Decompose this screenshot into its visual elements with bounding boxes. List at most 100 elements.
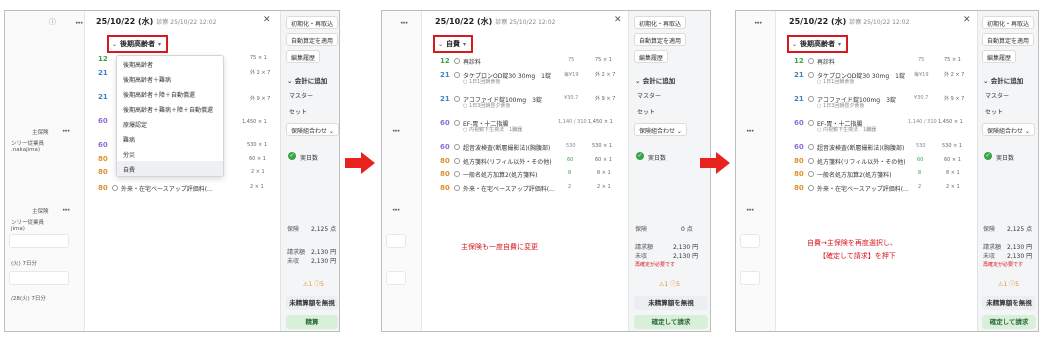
radio-button[interactable] xyxy=(454,171,460,177)
insurance-combo-select[interactable]: 保険組合わせ ⌄ xyxy=(634,123,687,136)
alert-count[interactable]: ⚠1 ⓘ5 xyxy=(303,279,324,288)
fee-row[interactable]: 80 外来・在宅ベースアップ評価料(... 2 2 × 1 xyxy=(794,182,976,196)
fee-row[interactable]: 60 超音波検査(断層撮影法)(胸腹部) 530 530 × 1 xyxy=(440,141,626,155)
settle-button[interactable]: 精算 xyxy=(286,315,338,329)
radio-button[interactable] xyxy=(454,158,460,164)
left-role-2: 主保険 xyxy=(32,209,49,215)
radio-button[interactable] xyxy=(112,185,118,191)
add-to-bill-section[interactable]: ⌄ 会計に追加 xyxy=(635,75,675,85)
radio-button[interactable] xyxy=(454,72,460,78)
dropdown-option[interactable]: 後期高齢者 xyxy=(117,56,223,71)
insurance-combo-select[interactable]: 保険組合わせ ⌄ xyxy=(982,123,1035,136)
edit-history-button[interactable]: 編集履歴 xyxy=(634,50,669,63)
auto-apply-button[interactable]: 自動算定を適用 xyxy=(982,33,1035,46)
dropdown-option[interactable]: 後期高齢者＋難病 xyxy=(117,71,223,86)
set-label[interactable]: セット xyxy=(289,107,307,116)
more-icon[interactable]: ··· xyxy=(392,127,400,137)
left-card[interactable] xyxy=(9,234,69,248)
more-icon[interactable]: ··· xyxy=(392,206,400,216)
fee-row[interactable]: 12 再診料 75 75 × 1 xyxy=(794,55,976,69)
more-icon[interactable]: ··· xyxy=(62,127,70,137)
row-sub: ○ 内視鏡下生検法 1臓器 xyxy=(463,127,523,133)
code-number: 21 xyxy=(794,95,804,103)
master-label[interactable]: マスター xyxy=(637,91,661,100)
more-icon[interactable]: ··· xyxy=(754,19,762,29)
fee-row[interactable]: 80 外来・在宅ベースアップ評価料(... 2 2 × 1 xyxy=(440,182,626,196)
fee-row[interactable]: 21 タケプロンOD錠30 30mg 1錠 ○ 1日1回朝食後 毎¥19 外 2… xyxy=(440,69,626,91)
fee-row[interactable]: 21 アコファイド錠100mg 3錠 ○ 1日3回朝昼夕食後 ¥30.7 外 9… xyxy=(794,93,976,115)
left-card[interactable] xyxy=(386,234,406,248)
edit-history-button[interactable]: 編集履歴 xyxy=(286,50,321,63)
left-days: (火) 7日分 xyxy=(11,261,38,267)
radio-button[interactable] xyxy=(454,185,460,191)
radio-button[interactable] xyxy=(808,120,814,126)
close-icon[interactable]: ✕ xyxy=(263,15,271,25)
close-icon[interactable]: ✕ xyxy=(963,15,971,25)
insurance-select[interactable]: ⌄ 後期高齢者 ▾ xyxy=(787,35,849,53)
radio-button[interactable] xyxy=(454,58,460,64)
fee-row[interactable]: 60 超音波検査(断層撮影法)(胸腹部) 530 530 × 1 xyxy=(794,141,976,155)
radio-button[interactable] xyxy=(808,72,814,78)
set-label[interactable]: セット xyxy=(985,107,1003,116)
confirm-and-bill-button[interactable]: 確定して請求 xyxy=(982,315,1036,329)
ignore-unpaid-button[interactable]: 未精算額を無視 xyxy=(286,296,338,310)
reset-reload-button[interactable]: 初期化・再取込 xyxy=(982,16,1035,29)
left-card[interactable] xyxy=(386,271,406,285)
more-icon[interactable]: ··· xyxy=(75,19,83,29)
left-card[interactable] xyxy=(9,271,69,285)
alert-count[interactable]: ⚠1 ⓘ5 xyxy=(659,279,680,288)
radio-button[interactable] xyxy=(808,144,814,150)
more-icon[interactable]: ··· xyxy=(400,19,408,29)
fee-row[interactable]: 80 一般名処方加算2(処方箋料) 8 8 × 1 xyxy=(794,168,976,182)
radio-button[interactable] xyxy=(808,96,814,102)
dropdown-option[interactable]: 難病 xyxy=(117,131,223,146)
close-icon[interactable]: ✕ xyxy=(614,15,622,25)
ignore-unpaid-button[interactable]: 未精算額を無視 xyxy=(982,296,1036,310)
left-card[interactable] xyxy=(740,271,760,285)
dropdown-option[interactable]: 原爆認定 xyxy=(117,116,223,131)
fee-row[interactable]: 60 EF-胃・十二指腸 ○ 内視鏡下生検法 1臓器 1,140 / 310 1… xyxy=(794,117,976,139)
master-label[interactable]: マスター xyxy=(985,91,1009,100)
ignore-unpaid-button[interactable]: 未精算額を無視 xyxy=(634,296,708,310)
caret-icon: ▾ xyxy=(838,41,842,48)
set-label[interactable]: セット xyxy=(637,107,655,116)
more-icon[interactable]: ··· xyxy=(746,206,754,216)
info-icon[interactable]: ⓘ xyxy=(49,17,56,27)
radio-button[interactable] xyxy=(454,120,460,126)
fee-row[interactable]: 80 外来・在宅ベースアップ評価料(... 2 × 1 xyxy=(98,182,278,196)
dropdown-option-jihi[interactable]: 自費 xyxy=(117,161,223,176)
fee-row[interactable]: 80 処方箋料(リフィル以外・その他) 60 60 × 1 xyxy=(440,155,626,169)
left-card[interactable] xyxy=(740,234,760,248)
fee-row[interactable]: 12 再診料 75 75 × 1 xyxy=(440,55,626,69)
more-icon[interactable]: ··· xyxy=(746,127,754,137)
alert-count[interactable]: ⚠1 ⓘ5 xyxy=(998,279,1019,288)
unpaid-label: 未収 xyxy=(287,258,300,265)
insurance-combo-select[interactable]: 保険組合わせ ⌄ xyxy=(286,123,339,136)
radio-button[interactable] xyxy=(808,158,814,164)
add-to-bill-section[interactable]: ⌄ 会計に追加 xyxy=(983,75,1023,85)
more-icon[interactable]: ··· xyxy=(62,206,70,216)
add-to-bill-section[interactable]: ⌄ 会計に追加 xyxy=(287,75,327,85)
radio-button[interactable] xyxy=(454,96,460,102)
dropdown-option[interactable]: 後期高齢者＋難病＋障＋自動償還 xyxy=(117,101,223,116)
insurance-select[interactable]: ⌄ 自費 ▾ xyxy=(433,35,474,53)
insurance-select[interactable]: ⌄ 後期高齢者 ▾ xyxy=(107,35,169,53)
fee-row[interactable]: 80 一般名処方加算2(処方箋料) 8 8 × 1 xyxy=(440,168,626,182)
dropdown-option[interactable]: 労災 xyxy=(117,146,223,161)
edit-history-button[interactable]: 編集履歴 xyxy=(982,50,1017,63)
radio-button[interactable] xyxy=(808,185,814,191)
master-label[interactable]: マスター xyxy=(289,91,313,100)
reset-reload-button[interactable]: 初期化・再取込 xyxy=(286,16,339,29)
fee-row[interactable]: 80 処方箋料(リフィル以外・その他) 60 60 × 1 xyxy=(794,155,976,169)
radio-button[interactable] xyxy=(808,58,814,64)
fee-row[interactable]: 21 タケプロンOD錠30 30mg 1錠 ○ 1日1回朝食後 毎¥19 外 2… xyxy=(794,69,976,91)
fee-row[interactable]: 60 EF-胃・十二指腸 ○ 内視鏡下生検法 1臓器 1,140 / 310 1… xyxy=(440,117,626,139)
fee-row[interactable]: 21 アコファイド錠100mg 3錠 ○ 1日3回朝昼夕食後 ¥30.7 外 9… xyxy=(440,93,626,115)
auto-apply-button[interactable]: 自動算定を適用 xyxy=(286,33,339,46)
auto-apply-button[interactable]: 自動算定を適用 xyxy=(634,33,687,46)
radio-button[interactable] xyxy=(454,144,460,150)
reset-reload-button[interactable]: 初期化・再取込 xyxy=(634,16,687,29)
confirm-and-bill-button[interactable]: 確定して請求 xyxy=(634,315,708,329)
radio-button[interactable] xyxy=(808,171,814,177)
dropdown-option[interactable]: 後期高齢者＋障＋自動償還 xyxy=(117,86,223,101)
